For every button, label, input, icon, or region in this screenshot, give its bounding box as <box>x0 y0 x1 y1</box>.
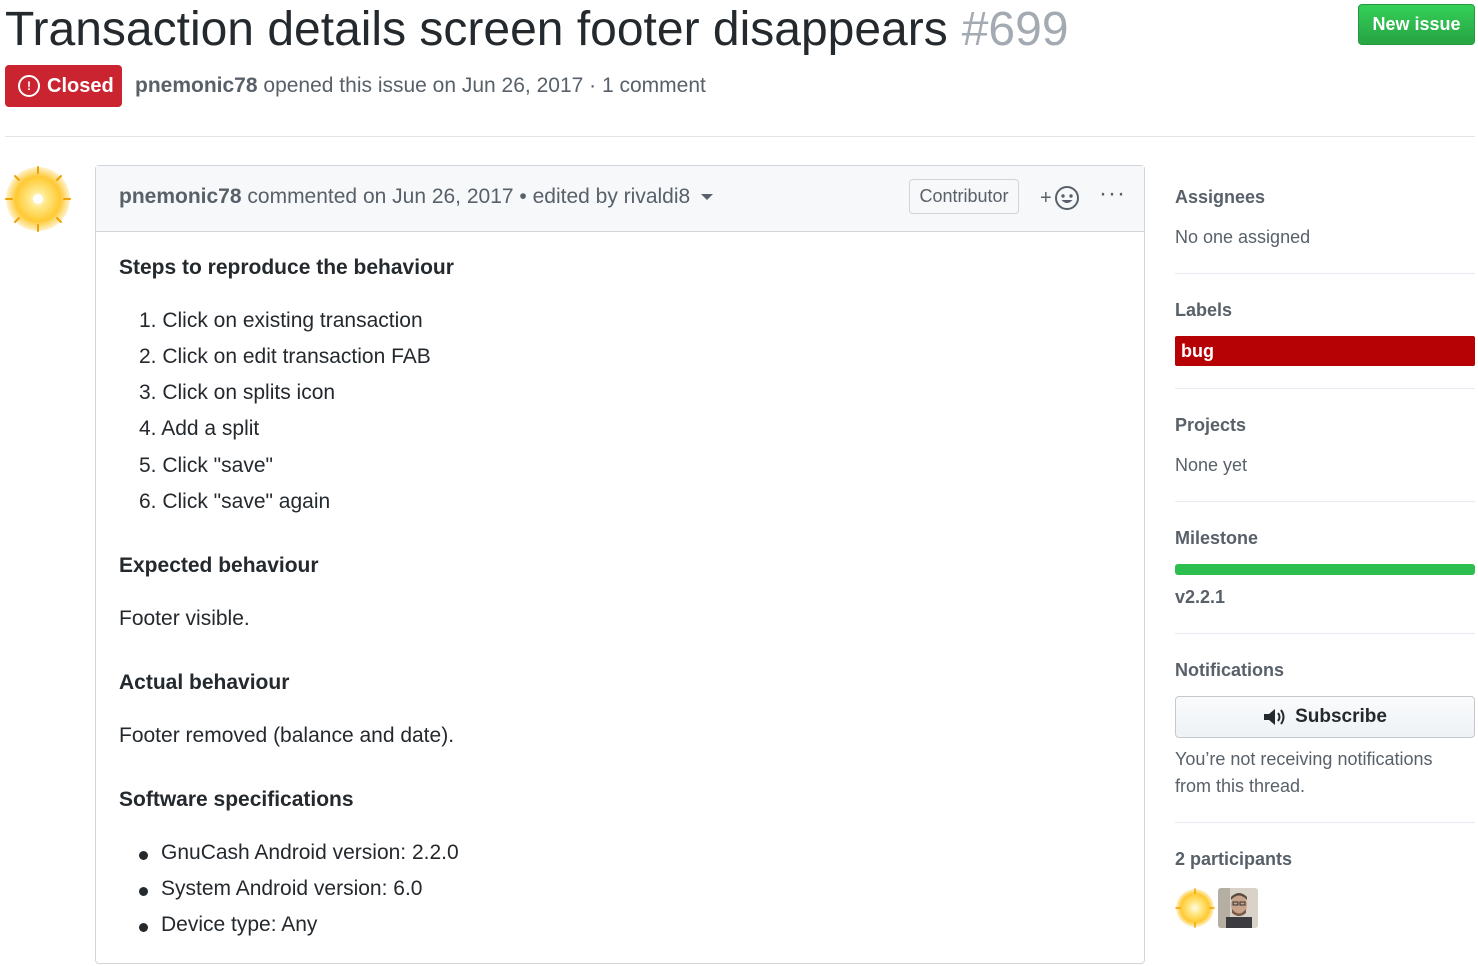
actual-text: Footer removed (balance and date). <box>119 724 455 747</box>
divider <box>1175 388 1475 389</box>
issue-closed-icon: ! <box>18 75 40 97</box>
issue-opened-text: opened this issue on Jun 26, 2017 · 1 co… <box>263 74 706 97</box>
issue-title-text: Transaction details screen footer disapp… <box>5 3 948 56</box>
spec-text: GnuCash Android version: 2.2.0 <box>161 841 459 864</box>
steps-heading: Steps to reproduce the behaviour <box>119 256 454 279</box>
milestone-link[interactable]: v2.2.1 <box>1175 587 1225 608</box>
list-item: 1. Click on existing transaction <box>139 309 423 332</box>
projects-heading[interactable]: Projects <box>1175 415 1246 436</box>
issue-header: Transaction details screen footer disapp… <box>5 0 1475 137</box>
participants-heading: 2 participants <box>1175 849 1293 869</box>
notifications-heading: Notifications <box>1175 660 1285 680</box>
divider <box>1175 501 1475 502</box>
labels-heading[interactable]: Labels <box>1175 300 1232 321</box>
assignees-value: No one assigned <box>1175 227 1311 247</box>
projects-value: None yet <box>1175 455 1248 475</box>
state-badge: ! Closed <box>5 65 122 107</box>
list-item: 6. Click "save" again <box>139 490 331 513</box>
spec-text: Device type: Any <box>161 913 318 936</box>
notifications-reason-line1: You’re not receiving notifications <box>1175 749 1433 769</box>
issue-comment: pnemonic78 commented on Jun 26, 2017 • e… <box>95 165 1145 964</box>
milestone-heading[interactable]: Milestone <box>1175 528 1258 549</box>
list-item: Device type: Any <box>139 913 318 937</box>
expected-heading: Expected behaviour <box>119 554 319 577</box>
bullet <box>139 923 148 932</box>
add-reaction-button[interactable]: + <box>1040 184 1080 212</box>
plus-icon: + <box>1040 186 1052 209</box>
subscribe-label: Subscribe <box>1295 706 1387 727</box>
comment-header-text: pnemonic78 commented on Jun 26, 2017 • e… <box>119 185 714 209</box>
list-item: System Android version: 6.0 <box>139 877 423 901</box>
list-item: 5. Click "save" <box>139 454 273 477</box>
participant-avatar[interactable] <box>1218 888 1258 928</box>
comment-author-link[interactable]: pnemonic78 <box>119 185 242 208</box>
issue-number: #699 <box>961 3 1069 56</box>
state-label: Closed <box>47 74 114 97</box>
notifications-reason-line2: from this thread. <box>1175 776 1306 796</box>
bullet <box>139 851 148 860</box>
issue-title: Transaction details screen footer disapp… <box>5 2 1069 58</box>
list-item: 4. Add a split <box>139 417 260 440</box>
issue-meta-text: pnemonic78 opened this issue on Jun 26, … <box>135 74 706 98</box>
chevron-down-icon[interactable] <box>701 194 714 201</box>
actual-heading: Actual behaviour <box>119 671 290 694</box>
kebab-horizontal-icon[interactable]: ··· <box>1099 180 1126 208</box>
divider <box>1175 273 1475 274</box>
spec-text: System Android version: 6.0 <box>161 877 423 900</box>
author-avatar[interactable] <box>4 165 72 233</box>
subscribe-button[interactable]: Subscribe <box>1175 696 1475 738</box>
list-item: GnuCash Android version: 2.2.0 <box>139 841 459 865</box>
bullet <box>139 887 148 896</box>
specs-heading: Software specifications <box>119 788 354 811</box>
comment-header: pnemonic78 commented on Jun 26, 2017 • e… <box>96 166 1144 232</box>
issue-author-link[interactable]: pnemonic78 <box>135 74 258 97</box>
contributor-badge: Contributor <box>909 179 1019 214</box>
divider <box>1175 633 1475 634</box>
unmute-icon <box>1264 709 1285 725</box>
comment-timestamp-edit[interactable]: commented on Jun 26, 2017 • edited by ri… <box>247 185 690 208</box>
milestone-progress-bar <box>1175 564 1475 575</box>
smiley-icon <box>1054 186 1079 210</box>
label-bug[interactable]: bug <box>1175 336 1475 366</box>
new-issue-button[interactable]: New issue <box>1358 4 1475 45</box>
list-item: 3. Click on splits icon <box>139 381 336 404</box>
assignees-heading[interactable]: Assignees <box>1175 187 1265 208</box>
issue-meta: ! Closed pnemonic78 opened this issue on… <box>5 65 706 107</box>
list-item: 2. Click on edit transaction FAB <box>139 345 431 368</box>
divider <box>1175 822 1475 823</box>
participant-avatar[interactable] <box>1175 888 1215 928</box>
expected-text: Footer visible. <box>119 607 250 630</box>
